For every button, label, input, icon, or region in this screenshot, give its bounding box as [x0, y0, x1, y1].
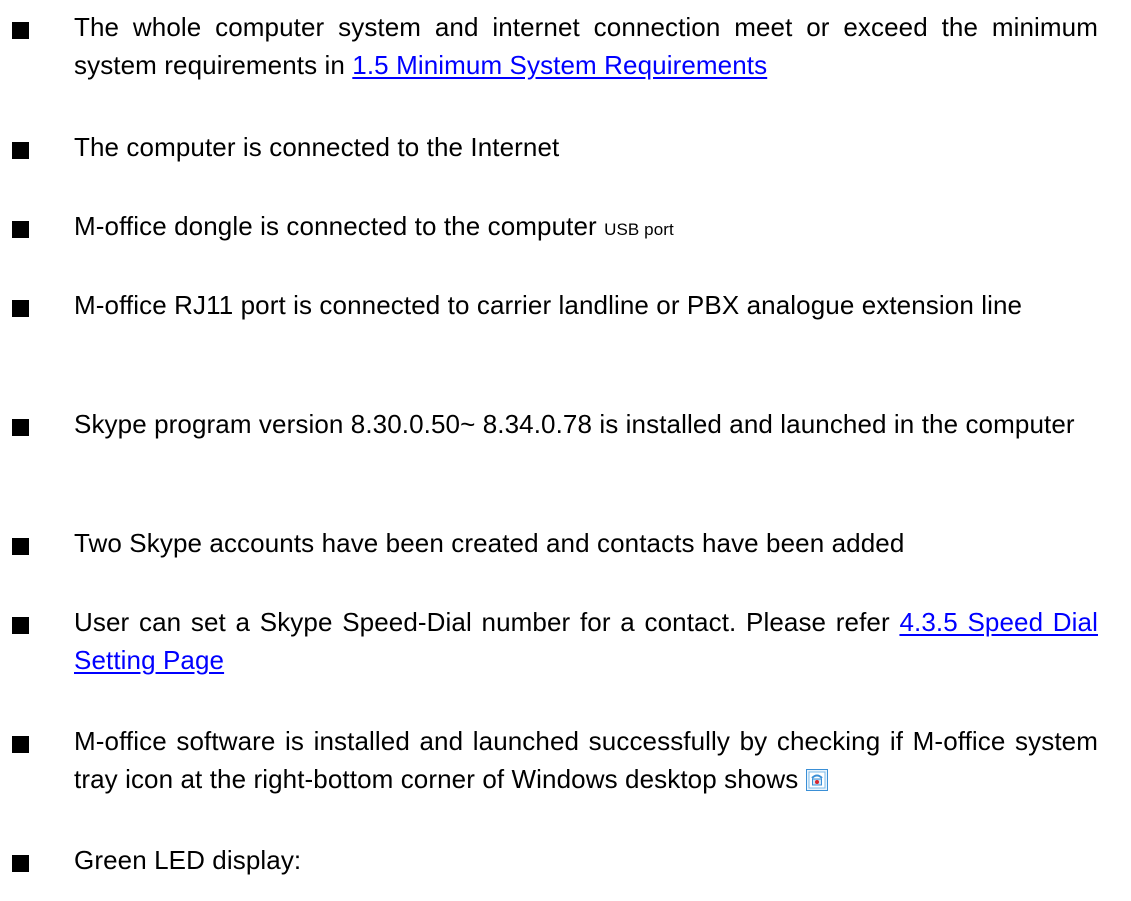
- square-bullet-icon: [12, 22, 29, 39]
- square-bullet-icon: [12, 736, 29, 753]
- document-page: The whole computer system and internet c…: [0, 0, 1131, 901]
- square-bullet-icon: [12, 300, 29, 317]
- list-item-text: Skype program version 8.30.0.50~ 8.34.0.…: [74, 409, 1075, 439]
- list-item-text: The whole computer system and internet c…: [74, 8, 1098, 84]
- link-minimum-system-requirements[interactable]: 1.5 Minimum System Requirements: [352, 50, 767, 80]
- list-item-text-part: M-office dongle is connected to the comp…: [74, 211, 605, 241]
- square-bullet-icon: [12, 221, 29, 238]
- list-item-text-part: User can set a Skype Speed-Dial number f…: [74, 607, 900, 637]
- square-bullet-icon: [12, 538, 29, 555]
- list-item-text: M-office dongle is connected to the comp…: [74, 207, 1098, 249]
- list-item-text: User can set a Skype Speed-Dial number f…: [74, 603, 1098, 679]
- square-bullet-icon: [12, 617, 29, 634]
- square-bullet-icon: [12, 419, 29, 436]
- square-bullet-icon: [12, 142, 29, 159]
- list-item-text: Green LED display:: [74, 845, 302, 875]
- m-office-tray-icon: [806, 763, 829, 791]
- list-item-text-part: M-office software is installed and launc…: [74, 726, 1098, 794]
- square-bullet-icon: [12, 855, 29, 872]
- list-item-small-text: USB port: [604, 220, 674, 239]
- list-item-text: M-office software is installed and launc…: [74, 722, 1098, 798]
- list-item-text: Two Skype accounts have been created and…: [74, 528, 905, 558]
- list-item-text: M-office RJ11 port is connected to carri…: [74, 290, 1023, 320]
- list-item-text: The computer is connected to the Interne…: [74, 132, 560, 162]
